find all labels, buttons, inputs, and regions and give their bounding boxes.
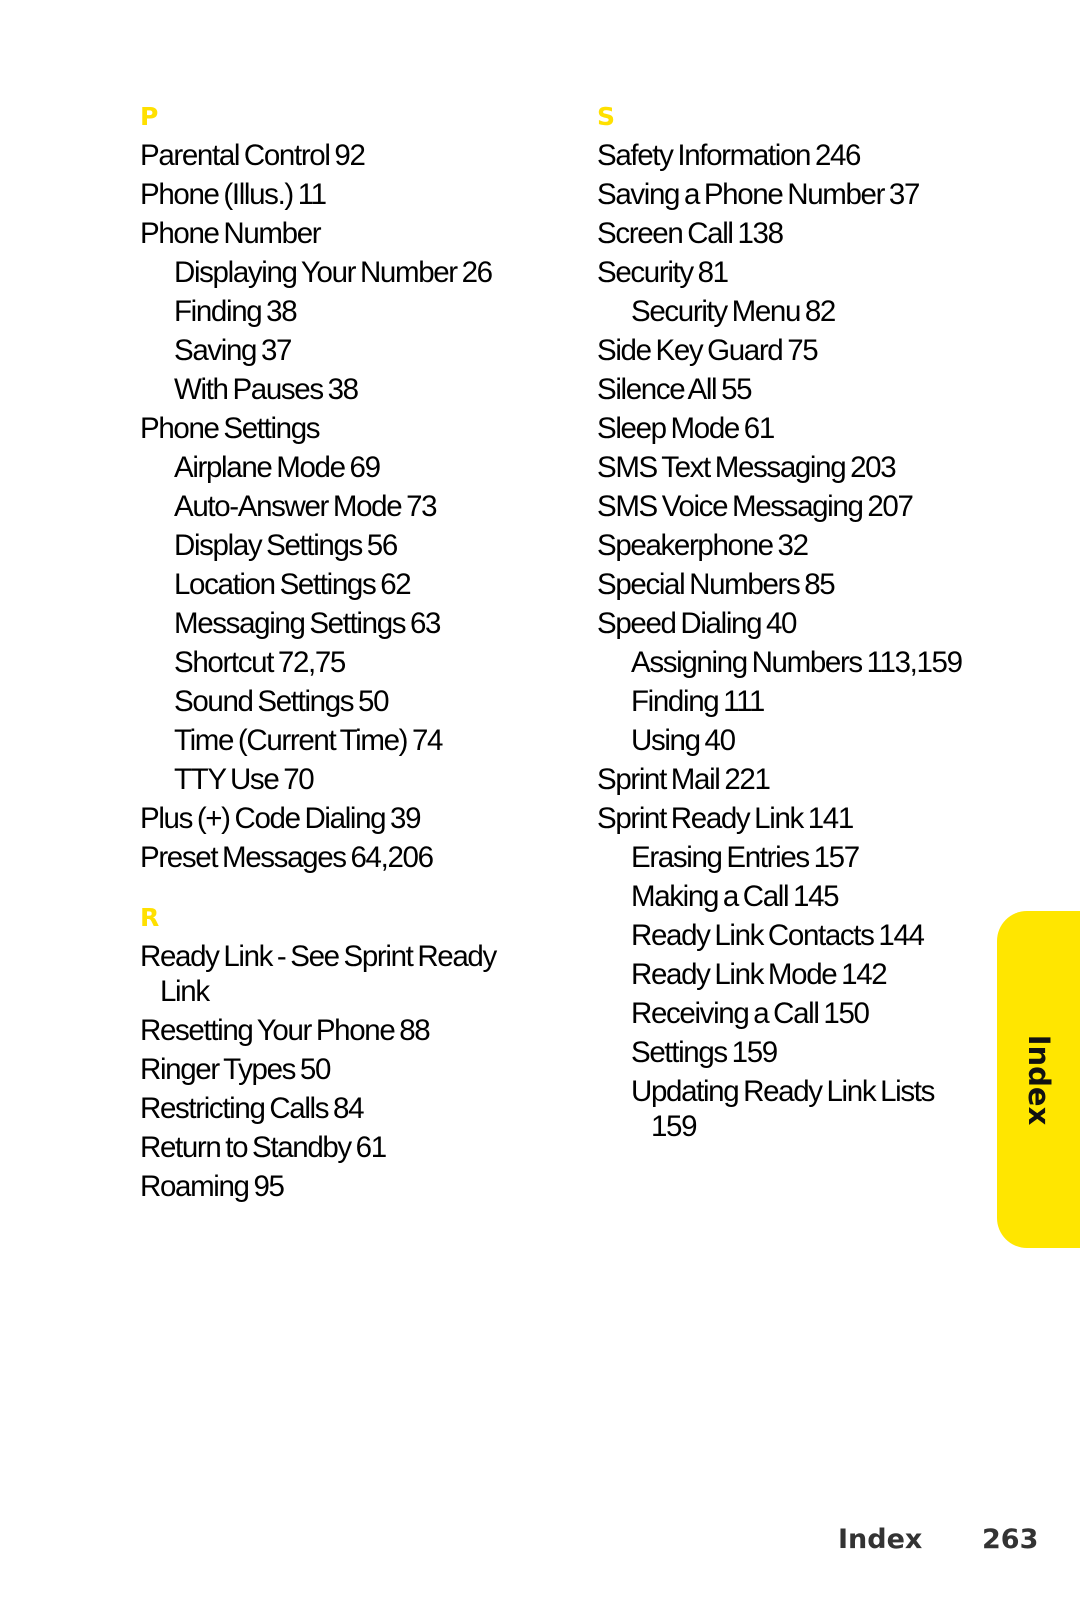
index-subentry: Ready Link Contacts 144: [631, 919, 925, 952]
index-entry: Resetting Your Phone 88: [140, 1014, 431, 1047]
index-column-left: P Parental Control 92 Phone (Illus.) 11 Pho…: [140, 100, 520, 1208]
page-footer: Index 263: [0, 1524, 1080, 1564]
index-subentry: Auto-Answer Mode 73: [174, 490, 438, 523]
index-section: R Ready Link - See Sprint Ready Link Reset…: [140, 901, 520, 1208]
index-subentry: Receiving a Call 150: [631, 997, 870, 1030]
index-subentry: Display Settings 56: [174, 529, 398, 562]
index-entry: SMS Text Messaging 203: [597, 451, 897, 484]
index-entry: Safety Information 246: [597, 139, 861, 172]
index-subentry: Displaying Your Number 26: [174, 256, 493, 289]
index-subentry: With Pauses 38: [174, 373, 359, 406]
index-entry: Sprint Ready Link 141: [597, 802, 854, 835]
index-subentry: Sound Settings 50: [174, 685, 390, 718]
index-subentry: Shortcut 72,75: [174, 646, 346, 679]
index-entry: Ringer Types 50: [140, 1053, 331, 1086]
index-entry: Sleep Mode 61: [597, 412, 775, 445]
index-entry: Phone Number: [140, 217, 322, 250]
section-letter-heading: P: [140, 102, 159, 131]
index-entry: Side Key Guard 75: [597, 334, 819, 367]
index-column-right: S Safety Information 246 Saving a Phone Nu…: [597, 100, 977, 1148]
index-subentry: Ready Link Mode 142: [631, 958, 888, 991]
index-subentry: Assigning Numbers 113,159: [631, 646, 963, 679]
index-section: P Parental Control 92 Phone (Illus.) 11 Pho…: [140, 100, 520, 879]
index-subentry: Making a Call 145: [631, 880, 840, 913]
index-entry: Screen Call 138: [597, 217, 784, 250]
index-subentry: Messaging Settings 63: [174, 607, 441, 640]
index-entry: Restricting Calls 84: [140, 1092, 364, 1125]
index-entry: Phone Settings: [140, 412, 321, 445]
index-entry: SMS Voice Messaging 207: [597, 490, 914, 523]
side-tab-label: Index: [1021, 1034, 1056, 1125]
index-entry: Preset Messages 64,206: [140, 841, 434, 874]
index-entry: Special Numbers 85: [597, 568, 836, 601]
section-letter-heading: S: [597, 102, 616, 131]
index-section: S Safety Information 246 Saving a Phone Nu…: [597, 100, 977, 1148]
index-subentry: Finding 111: [631, 685, 765, 718]
index-entry: Roaming 95: [140, 1170, 285, 1203]
index-subentry: TTY Use 70: [174, 763, 315, 796]
index-entry: Parental Control 92: [140, 139, 366, 172]
index-entry: Security 81: [597, 256, 729, 289]
index-entry: Phone (Illus.) 11: [140, 178, 327, 211]
index-subentry: Security Menu 82: [631, 295, 836, 328]
index-entry: Plus (+) Code Dialing 39: [140, 802, 422, 835]
index-entry: Return to Standby 61: [140, 1131, 387, 1164]
index-entry: Ready Link - See Sprint Ready Link: [140, 940, 497, 1008]
index-subentry: Saving 37: [174, 334, 292, 367]
section-letter-heading: R: [140, 903, 160, 932]
index-subentry: Using 40: [631, 724, 736, 757]
index-side-tab[interactable]: Index: [997, 911, 1080, 1248]
index-subentry: Airplane Mode 69: [174, 451, 381, 484]
index-entry: Saving a Phone Number 37: [597, 178, 920, 211]
page-number: 263: [982, 1524, 1039, 1555]
index-subentry: Time (Current Time) 74: [174, 724, 443, 757]
index-subentry: Updating Ready Link Lists 159: [631, 1075, 935, 1143]
index-subentry: Erasing Entries 157: [631, 841, 860, 874]
index-subentry: Settings 159: [631, 1036, 778, 1069]
index-entry: Speed Dialing 40: [597, 607, 797, 640]
index-entry: Sprint Mail 221: [597, 763, 771, 796]
index-subentry: Location Settings 62: [174, 568, 412, 601]
index-subentry: Finding 38: [174, 295, 298, 328]
index-entry: Silence All 55: [597, 373, 753, 406]
index-entry: Speakerphone 32: [597, 529, 809, 562]
footer-section-title: Index: [838, 1524, 923, 1555]
